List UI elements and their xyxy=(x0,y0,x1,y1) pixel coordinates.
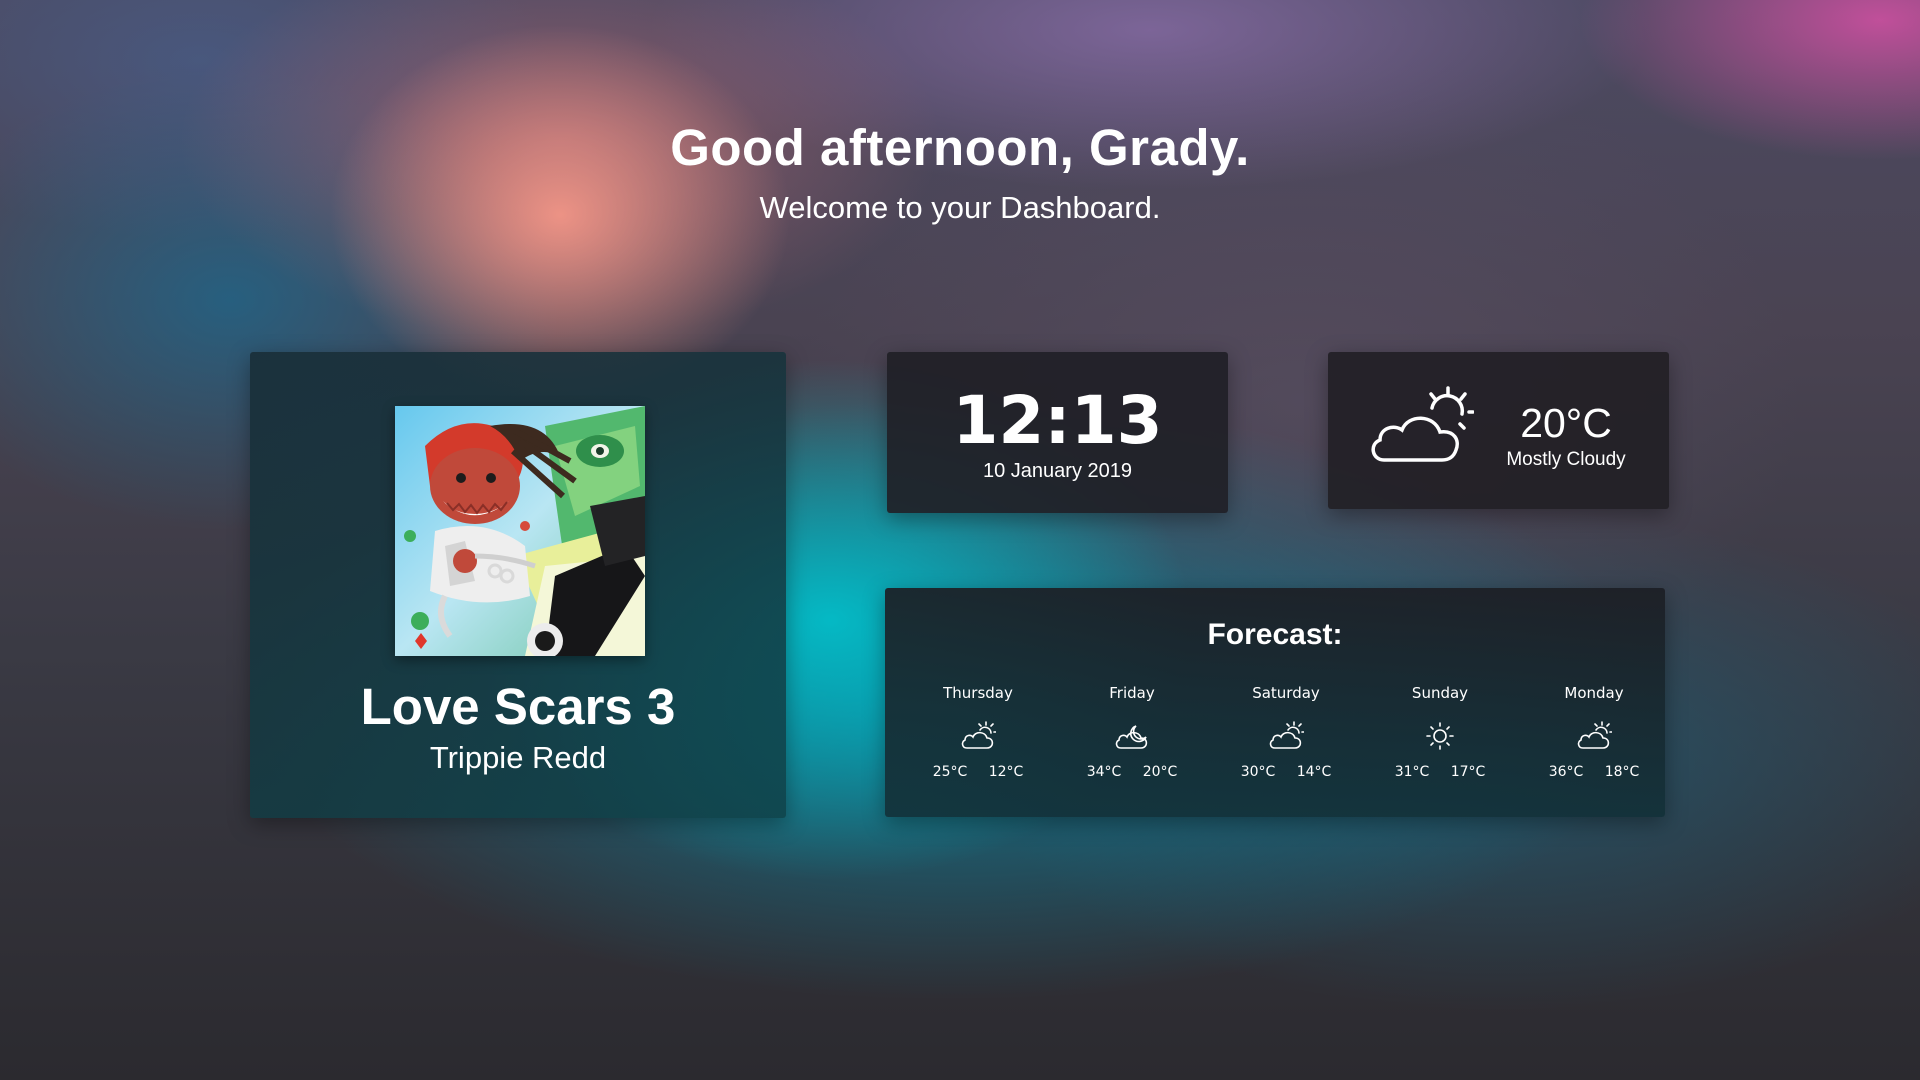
forecast-high: 31°C xyxy=(1394,764,1430,780)
forecast-temps: 30°C 14°C xyxy=(1209,764,1363,784)
cloudy-night-icon xyxy=(1115,725,1148,749)
clock-card: 12:13 10 January 2019 xyxy=(887,352,1228,513)
partly-cloudy-icon xyxy=(1371,386,1474,462)
dashboard-screen: Good afternoon, Grady. Welcome to your D… xyxy=(0,0,1920,1080)
forecast-day: Thursday 25°C 12°C xyxy=(901,684,1055,784)
forecast-low: 12°C xyxy=(988,764,1024,780)
forecast-high: 36°C xyxy=(1548,764,1584,780)
current-weather-card: 20°C Mostly Cloudy xyxy=(1328,352,1669,509)
forecast-day-name: Monday xyxy=(1564,684,1624,702)
forecast-card: Forecast: Thursday 25°C 12°C Friday 34°C… xyxy=(885,588,1665,817)
song-title: Love Scars 3 xyxy=(360,678,676,735)
forecast-day-name: Sunday xyxy=(1411,684,1469,702)
greeting-heading: Good afternoon, Grady. xyxy=(670,119,1250,176)
forecast-low: 20°C xyxy=(1142,764,1178,780)
forecast-day-name: Thursday xyxy=(943,684,1013,702)
forecast-day-name: Saturday xyxy=(1252,684,1320,702)
now-playing-card[interactable]: Love Scars 3 Trippie Redd xyxy=(250,352,786,818)
sun-icon xyxy=(1426,722,1454,750)
forecast-day: Friday 34°C 20°C xyxy=(1055,684,1209,784)
forecast-day: Saturday 30°C 14°C xyxy=(1209,684,1363,784)
forecast-day-name: Friday xyxy=(1109,684,1155,702)
forecast-temps: 34°C 20°C xyxy=(1055,764,1209,784)
partly-cloudy-icon xyxy=(961,721,996,749)
forecast-temps: 36°C 18°C xyxy=(1517,764,1671,784)
forecast-high: 25°C xyxy=(932,764,968,780)
album-art xyxy=(395,406,645,656)
forecast-temps: 25°C 12°C xyxy=(901,764,1055,784)
partly-cloudy-icon xyxy=(1269,721,1304,749)
current-condition: Mostly Cloudy xyxy=(1506,449,1626,470)
forecast-low: 18°C xyxy=(1604,764,1640,780)
clock-time: 12:13 xyxy=(952,382,1163,459)
partly-cloudy-icon xyxy=(1577,721,1612,749)
forecast-days: Thursday 25°C 12°C Friday 34°C 20°C Satu… xyxy=(885,684,1665,794)
album-art-image xyxy=(395,406,645,656)
forecast-high: 30°C xyxy=(1240,764,1276,780)
clock-date: 10 January 2019 xyxy=(982,460,1132,482)
forecast-title: Forecast: xyxy=(1207,618,1343,651)
forecast-temps: 31°C 17°C xyxy=(1363,764,1517,784)
forecast-low: 17°C xyxy=(1450,764,1486,780)
forecast-low: 14°C xyxy=(1296,764,1332,780)
welcome-subtitle: Welcome to your Dashboard. xyxy=(759,190,1161,225)
forecast-high: 34°C xyxy=(1086,764,1122,780)
artist-name: Trippie Redd xyxy=(429,740,607,775)
current-temperature: 20°C xyxy=(1520,400,1612,446)
forecast-day: Sunday 31°C 17°C xyxy=(1363,684,1517,784)
forecast-day: Monday 36°C 18°C xyxy=(1517,684,1671,784)
